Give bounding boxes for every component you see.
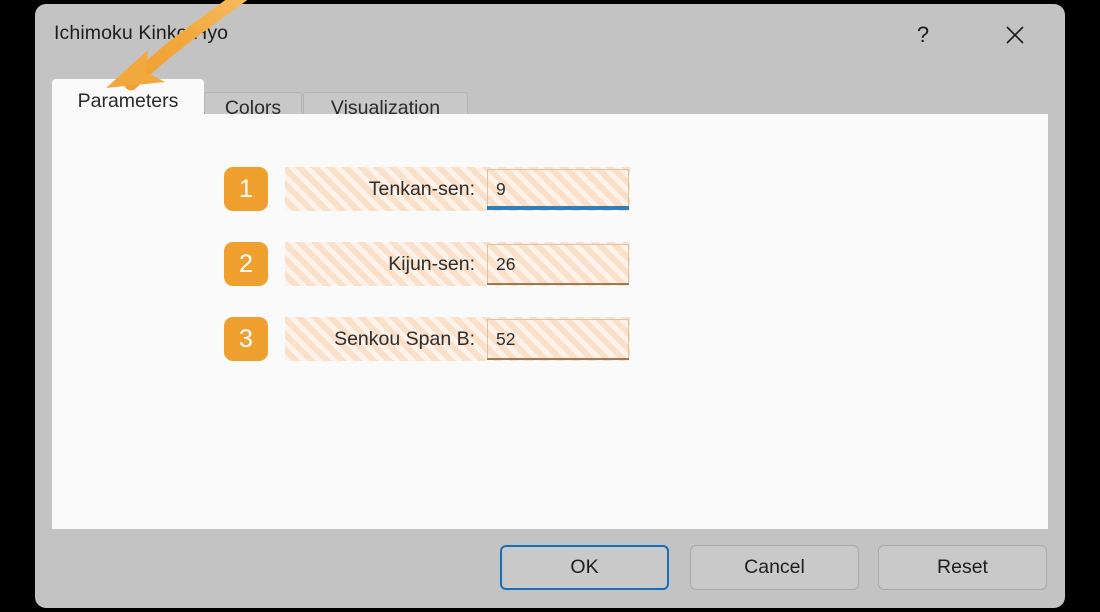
- input-underline-senkou-span-b: [487, 358, 629, 360]
- input-wrap-senkou-span-b: 52: [487, 317, 630, 361]
- cancel-button[interactable]: Cancel: [690, 545, 859, 590]
- tab-parameters[interactable]: Parameters: [52, 79, 204, 126]
- label-kijun-sen: Kijun-sen:: [388, 252, 475, 275]
- label-tenkan-sen: Tenkan-sen:: [368, 177, 475, 200]
- tab-parameters-label: Parameters: [77, 89, 179, 112]
- input-kijun-sen[interactable]: 26: [487, 243, 629, 285]
- parameters-panel: 1 Tenkan-sen: 9 2 Kijun-sen: 26 3 Senkou…: [52, 114, 1048, 529]
- parameter-row-senkou-span-b: 3 Senkou Span B: 52: [224, 317, 630, 361]
- question-mark-icon: ?: [916, 22, 930, 47]
- ok-button-label: OK: [570, 556, 599, 578]
- close-x-icon: [1006, 26, 1024, 44]
- help-button[interactable]: ?: [901, 14, 945, 56]
- input-wrap-kijun-sen: 26: [487, 242, 630, 286]
- title-bar: Ichimoku Kinko Hyo ?: [35, 4, 1065, 66]
- input-underline-tenkan-sen: [487, 206, 629, 210]
- input-wrap-tenkan-sen: 9: [487, 167, 630, 211]
- input-senkou-span-b[interactable]: 52: [487, 318, 629, 360]
- close-button[interactable]: [993, 14, 1037, 56]
- input-underline-kijun-sen: [487, 283, 629, 285]
- input-tenkan-sen[interactable]: 9: [487, 168, 629, 210]
- screen-root: Ichimoku Kinko Hyo ? Colors Visualizatio…: [0, 0, 1100, 612]
- ok-button[interactable]: OK: [500, 545, 669, 590]
- settings-dialog: Ichimoku Kinko Hyo ? Colors Visualizatio…: [35, 4, 1065, 608]
- step-badge-1: 1: [224, 167, 268, 211]
- reset-button[interactable]: Reset: [878, 545, 1047, 590]
- parameter-field-group-3: Senkou Span B: 52: [285, 317, 630, 361]
- window-title: Ichimoku Kinko Hyo: [54, 22, 229, 44]
- cancel-button-label: Cancel: [744, 556, 805, 578]
- reset-button-label: Reset: [937, 556, 988, 578]
- parameter-field-group-1: Tenkan-sen: 9: [285, 167, 630, 211]
- parameter-field-group-2: Kijun-sen: 26: [285, 242, 630, 286]
- parameter-row-kijun-sen: 2 Kijun-sen: 26: [224, 242, 630, 286]
- step-badge-2: 2: [224, 242, 268, 286]
- step-badge-3: 3: [224, 317, 268, 361]
- parameter-row-tenkan-sen: 1 Tenkan-sen: 9: [224, 167, 630, 211]
- label-senkou-span-b: Senkou Span B:: [334, 327, 475, 350]
